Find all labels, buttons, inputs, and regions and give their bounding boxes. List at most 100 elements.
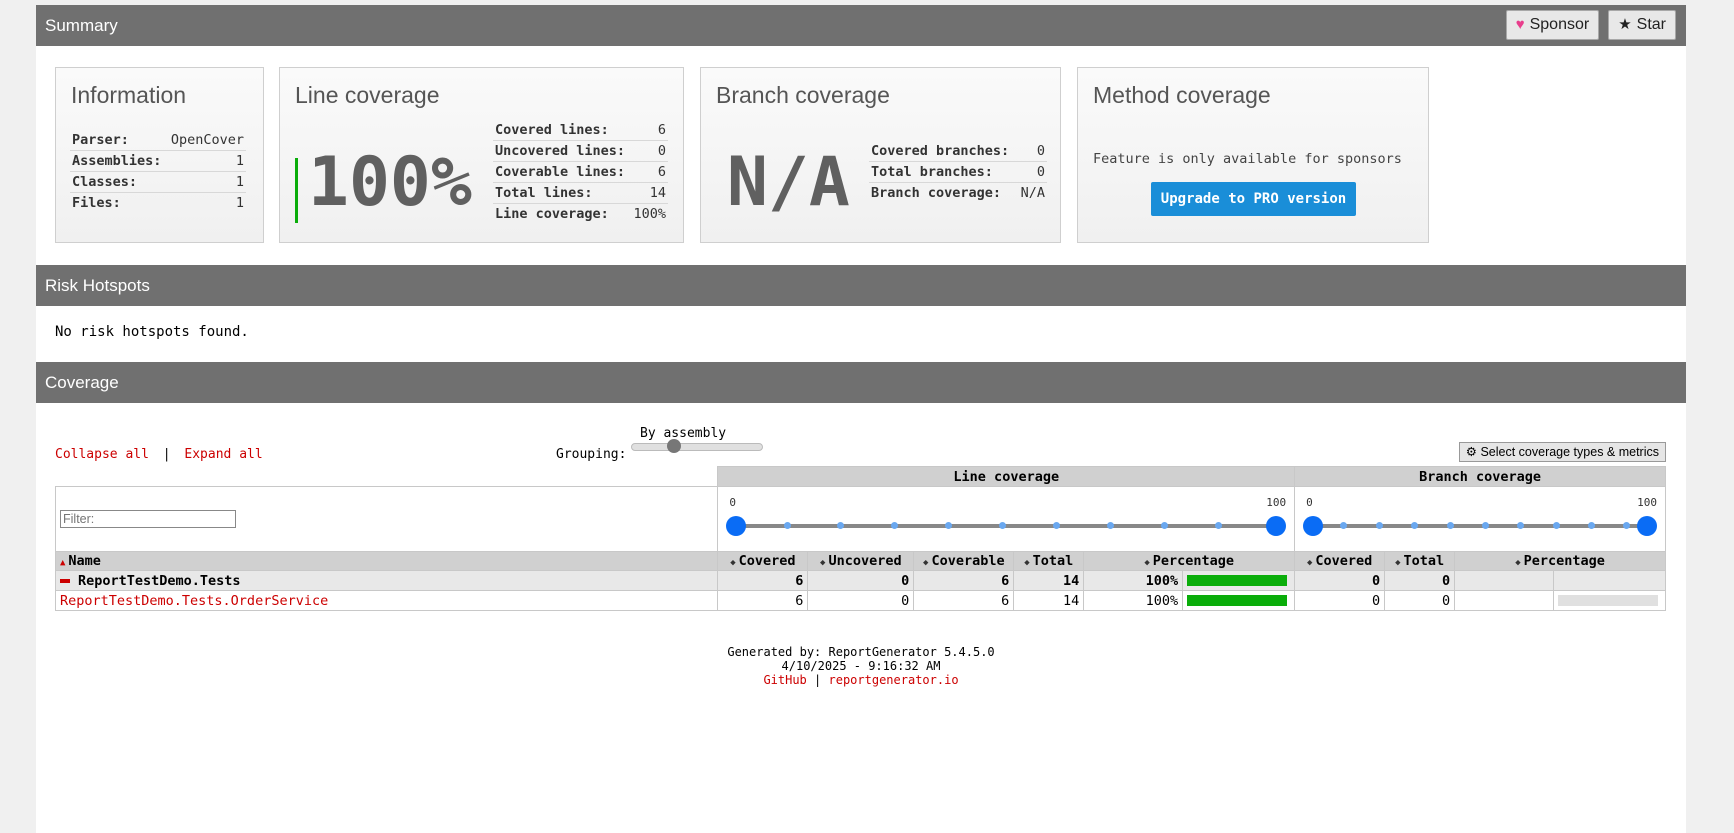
grouping-value: By assembly <box>640 426 727 441</box>
line-slider-max-handle[interactable] <box>1266 516 1287 536</box>
branch-key: Total branches: <box>869 161 1018 183</box>
class-link[interactable]: ReportTestDemo.Tests.OrderService <box>60 593 328 609</box>
branch-coverage-card: Branch coverage N/A Covered branches: 0 T… <box>700 67 1061 243</box>
line-coverage-range-slider[interactable]: 0 100 <box>726 495 1287 543</box>
risk-hotspots-text: No risk hotspots found. <box>55 324 249 340</box>
risk-hotspots-body: No risk hotspots found. <box>36 306 1686 362</box>
line-value: 0 <box>630 140 668 162</box>
column-header-coverable[interactable]: ◆ Coverable <box>913 551 1015 571</box>
class-total: 14 <box>1013 590 1085 611</box>
class-coverable: 6 <box>913 590 1015 611</box>
coverage-header: Coverage <box>36 362 1686 403</box>
risk-hotspots-header: Risk Hotspots <box>36 265 1686 306</box>
upgrade-pro-button[interactable]: Upgrade to PRO version <box>1151 182 1356 216</box>
column-label: Percentage <box>1523 553 1605 569</box>
grouping-slider-thumb[interactable] <box>667 439 681 453</box>
line-value: 6 <box>630 120 668 141</box>
column-label: Total <box>1403 553 1445 569</box>
column-header-total[interactable]: ◆ Total <box>1013 551 1085 571</box>
line-row: Coverable lines: 6 <box>493 161 668 183</box>
filter-input[interactable] <box>60 510 236 528</box>
github-link[interactable]: GitHub <box>763 673 806 687</box>
expand-all-link[interactable]: Expand all <box>184 447 262 462</box>
summary-cards: Information Parser: OpenCover Assemblies:… <box>36 46 1686 265</box>
branch-slider-min-handle[interactable] <box>1303 516 1324 536</box>
slider-tick <box>998 522 1006 529</box>
branch-coverage-range-slider[interactable]: 0 100 <box>1303 495 1657 543</box>
sort-icon: ◆ <box>1515 558 1521 568</box>
collapse-all-link[interactable]: Collapse all <box>55 447 149 462</box>
assembly-branch-bar-cell <box>1552 570 1667 591</box>
line-coverage-card: Line coverage 100% Covered lines: 6 Uncov… <box>279 67 684 243</box>
branch-key: Covered branches: <box>869 141 1018 162</box>
info-value: OpenCover <box>166 130 246 151</box>
heart-icon: ♥ <box>1515 16 1525 33</box>
line-slider-min-handle[interactable] <box>726 516 747 536</box>
line-coverage-group-header: Line coverage <box>717 466 1296 487</box>
line-key: Uncovered lines: <box>493 140 631 162</box>
info-key: Assemblies: <box>70 150 167 172</box>
coverage-title: Coverage <box>45 373 119 392</box>
assembly-coverable: 6 <box>913 570 1015 591</box>
coverage-bar <box>1187 575 1288 586</box>
line-coverage-table: Covered lines: 6 Uncovered lines: 0 Covera… <box>493 120 668 224</box>
column-label: Covered <box>738 553 796 569</box>
information-card: Information Parser: OpenCover Assemblies:… <box>55 67 264 243</box>
assembly-row[interactable]: ReportTestDemo.Tests 6 0 6 14 100% 0 0 <box>54 570 1667 591</box>
sponsor-button[interactable]: ♥ Sponsor <box>1505 10 1600 40</box>
star-label: Star <box>1636 16 1666 33</box>
column-header-branch-percentage[interactable]: ◆ Percentage <box>1454 551 1666 571</box>
assembly-name-cell[interactable]: ReportTestDemo.Tests <box>54 570 719 591</box>
sort-icon: ◆ <box>1144 558 1150 568</box>
branch-coverage-group-header: Branch coverage <box>1294 466 1666 487</box>
class-coverage-bar-cell <box>1182 590 1296 611</box>
column-header-covered[interactable]: ◆ Covered <box>717 551 809 571</box>
filter-cell <box>54 486 719 552</box>
branch-coverage-title: Branch coverage <box>716 82 890 108</box>
grouping-slider[interactable] <box>631 439 763 453</box>
class-branch-total: 0 <box>1384 590 1456 611</box>
column-header-name[interactable]: ▲ Name <box>54 551 719 571</box>
method-coverage-title: Method coverage <box>1093 82 1271 108</box>
assembly-uncovered: 0 <box>807 570 915 591</box>
branch-key: Branch coverage: <box>871 185 1002 201</box>
branch-slider-track[interactable] <box>1309 524 1651 528</box>
column-header-percentage[interactable]: ◆ Percentage <box>1083 551 1296 571</box>
sort-icon: ◆ <box>1024 558 1030 568</box>
line-row: Line coverage: 100% <box>493 204 668 225</box>
column-header-branch-total[interactable]: ◆ Total <box>1384 551 1456 571</box>
assembly-branch-covered: 0 <box>1294 570 1386 591</box>
line-coverage-range-slider-cell: 0 100 <box>717 486 1296 552</box>
info-row: Files: 1 <box>70 193 246 214</box>
column-header-uncovered[interactable]: ◆ Uncovered <box>807 551 915 571</box>
class-branch-percentage <box>1454 590 1554 611</box>
line-value: 14 <box>630 182 668 204</box>
class-row[interactable]: ReportTestDemo.Tests.OrderService 6 0 6 … <box>54 590 1667 611</box>
risk-hotspots-title: Risk Hotspots <box>45 276 150 295</box>
summary-title: Summary <box>45 16 118 35</box>
reportgenerator-link[interactable]: reportgenerator.io <box>829 673 959 687</box>
info-key: Parser: <box>70 130 167 151</box>
sort-icon: ◆ <box>820 558 826 568</box>
info-value: 1 <box>235 195 244 211</box>
branch-row: Branch coverage: N/A <box>869 183 1047 204</box>
star-button[interactable]: ★ Star <box>1608 10 1676 40</box>
coverage-bar <box>1187 595 1288 606</box>
branch-coverage-range-slider-cell: 0 100 <box>1294 486 1666 552</box>
branch-value: 0 <box>1017 141 1047 162</box>
sponsor-label: Sponsor <box>1529 16 1590 33</box>
branch-slider-max-handle[interactable] <box>1637 516 1657 536</box>
footer-separator: | <box>814 673 822 687</box>
expand-collapse-toolbar: Collapse all | Expand all <box>55 447 263 462</box>
line-coverage-indicator-bar <box>295 158 298 223</box>
star-icon: ★ <box>1618 16 1632 33</box>
column-label: Total <box>1032 553 1074 569</box>
column-header-branch-covered[interactable]: ◆ Covered <box>1294 551 1386 571</box>
select-metrics-button[interactable]: ⚙ Select coverage types & metrics <box>1458 442 1666 462</box>
info-row: Assemblies: 1 <box>70 150 246 172</box>
slider-tick <box>1446 522 1454 529</box>
information-title: Information <box>71 82 187 108</box>
line-slider-track[interactable] <box>732 524 1281 528</box>
assembly-branch-total: 0 <box>1384 570 1456 591</box>
collapse-minus-icon[interactable] <box>60 578 70 583</box>
